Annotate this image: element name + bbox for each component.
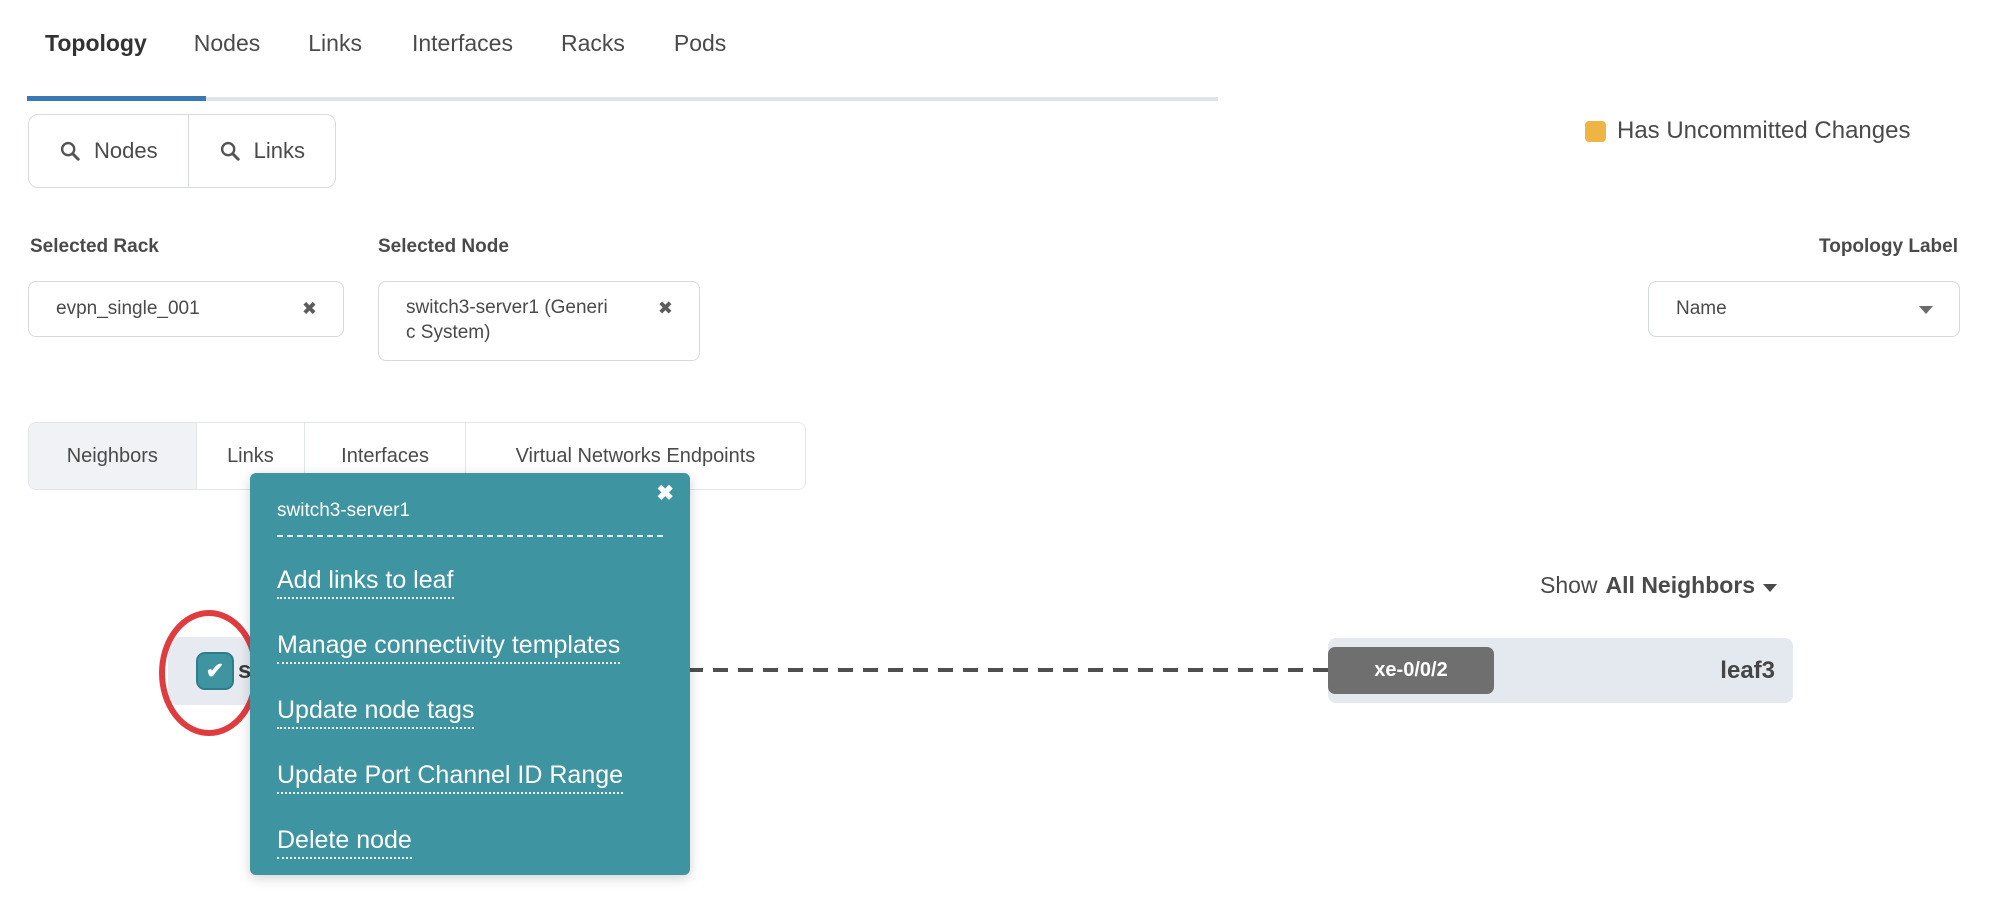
clear-rack-icon[interactable]: ✖ [302, 299, 317, 320]
search-icon [219, 140, 241, 162]
delete-node-link[interactable]: Delete node [277, 826, 412, 859]
uncommitted-legend-label: Has Uncommitted Changes [1617, 117, 1910, 145]
tab-racks[interactable]: Racks [561, 30, 625, 57]
popup-node-title: switch3-server1 [277, 500, 663, 522]
clear-node-icon[interactable]: ✖ [658, 298, 673, 319]
node-checkbox[interactable]: ✔ [196, 652, 234, 690]
update-port-channel-id-range-link[interactable]: Update Port Channel ID Range [277, 761, 623, 794]
menu-row: Add links to leaf [277, 561, 663, 603]
menu-row: Update node tags [277, 691, 663, 733]
topology-label-value: Name [1676, 298, 1727, 320]
node-context-popup: ✖ switch3-server1 Add links to leaf Mana… [250, 473, 690, 875]
selected-node-value: switch3-server1 (Generi c System) [406, 295, 608, 345]
link-connector-line [688, 666, 1330, 674]
neighbor-node-box[interactable]: xe-0/0/2 leaf3 [1328, 638, 1793, 703]
chevron-down-icon [1919, 306, 1933, 314]
tab-nodes[interactable]: Nodes [194, 30, 260, 57]
selected-node-value-line1: switch3-server1 (Generi [406, 297, 608, 318]
show-neighbors-dropdown[interactable]: Show All Neighbors [1540, 572, 1777, 599]
topology-label-label: Topology Label [1600, 236, 1958, 258]
uncommitted-changes-legend: Has Uncommitted Changes [1585, 117, 1910, 145]
neighbor-node-name: leaf3 [1720, 657, 1775, 685]
close-icon[interactable]: ✖ [656, 483, 674, 504]
search-links-label: Links [254, 138, 305, 164]
tab-interfaces[interactable]: Interfaces [412, 30, 513, 57]
chevron-down-icon [1763, 584, 1777, 592]
selected-rack-label: Selected Rack [30, 236, 159, 258]
update-node-tags-link[interactable]: Update node tags [277, 696, 474, 729]
tab-pods[interactable]: Pods [674, 30, 726, 57]
tab-topology[interactable]: Topology [45, 30, 147, 57]
search-nodes-label: Nodes [94, 138, 158, 164]
interface-chip: xe-0/0/2 [1328, 647, 1494, 694]
tab-bar-divider [206, 97, 1218, 101]
manage-connectivity-templates-link[interactable]: Manage connectivity templates [277, 631, 620, 664]
search-nodes-button[interactable]: Nodes [29, 115, 189, 187]
show-neighbors-prefix: Show [1540, 572, 1598, 599]
selected-rack-select[interactable]: evpn_single_001 ✖ [28, 281, 344, 337]
search-button-group: Nodes Links [28, 114, 336, 188]
main-tab-bar: Topology Nodes Links Interfaces Racks Po… [27, 30, 726, 57]
uncommitted-color-swatch [1585, 121, 1606, 142]
search-icon [59, 140, 81, 162]
selected-node-label: Selected Node [378, 236, 509, 258]
subtab-neighbors[interactable]: Neighbors [29, 423, 197, 489]
popup-action-menu: Add links to leaf Manage connectivity te… [250, 537, 690, 863]
active-tab-underline [27, 96, 206, 101]
menu-row: Manage connectivity templates [277, 626, 663, 668]
checkmark-icon: ✔ [206, 660, 224, 682]
selected-node-value-line2: c System) [406, 322, 490, 343]
selected-rack-value: evpn_single_001 [56, 298, 200, 320]
menu-row: Update Port Channel ID Range [277, 756, 663, 798]
selected-node-select[interactable]: switch3-server1 (Generi c System) ✖ [378, 281, 700, 361]
topology-label-select[interactable]: Name [1648, 281, 1960, 337]
search-links-button[interactable]: Links [189, 115, 335, 187]
tab-links[interactable]: Links [308, 30, 362, 57]
show-neighbors-value: All Neighbors [1606, 572, 1756, 599]
menu-row: Delete node [277, 821, 663, 863]
add-links-to-leaf-link[interactable]: Add links to leaf [277, 566, 454, 599]
